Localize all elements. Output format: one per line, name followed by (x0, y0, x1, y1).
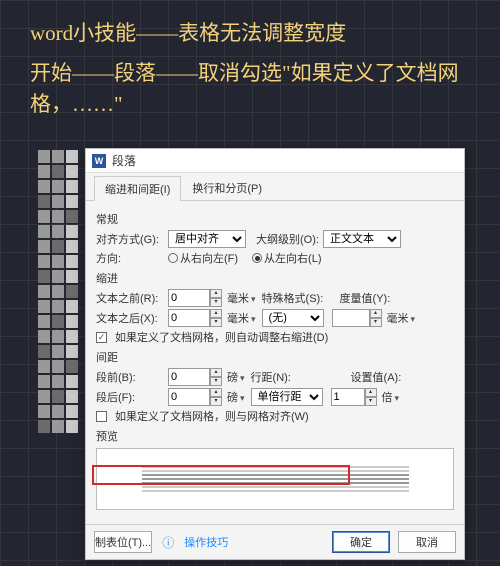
outline-select[interactable]: 正文文本 (323, 230, 401, 248)
unit-pt[interactable]: 磅 (227, 369, 245, 385)
at-input[interactable] (331, 388, 365, 406)
tips-link[interactable]: 操作技巧 (184, 534, 228, 550)
spacing-before-label: 段前(B): (96, 369, 164, 385)
indent-after-input[interactable] (168, 309, 210, 327)
by-label: 度量值(Y): (340, 290, 391, 306)
annotation-line2: 开始——段落——取消勾选"如果定义了文档网格，……" (30, 58, 470, 121)
preview-label: 预览 (96, 428, 454, 444)
indent-before-label: 文本之前(R): (96, 290, 164, 306)
spin-buttons[interactable]: ▴▾ (210, 289, 222, 307)
direction-label: 方向: (96, 250, 164, 266)
word-icon: W (92, 154, 106, 168)
tabs-button[interactable]: 制表位(T)... (94, 531, 152, 553)
indent-label: 缩进 (96, 270, 454, 286)
spacing-grid-checkbox[interactable] (96, 411, 107, 422)
spin-buttons[interactable]: ▴▾ (370, 309, 382, 327)
linespace-select[interactable]: 单倍行距 (251, 388, 323, 406)
indent-before-input[interactable] (168, 289, 210, 307)
by-input[interactable] (332, 309, 370, 327)
tabs: 缩进和间距(I) 换行和分页(P) (86, 173, 464, 201)
spin-buttons[interactable]: ▴▾ (210, 368, 222, 386)
direction-ltr-radio[interactable]: 从左向右(L) (252, 250, 321, 266)
align-select[interactable]: 居中对齐 (168, 230, 246, 248)
spin-buttons[interactable]: ▴▾ (210, 309, 222, 327)
annotation-text: word小技能——表格无法调整宽度 开始——段落——取消勾选"如果定义了文档网格… (0, 0, 500, 139)
unit-bei[interactable]: 倍 (382, 389, 400, 405)
linespace-label: 行距(N): (251, 369, 313, 385)
general-label: 常规 (96, 211, 454, 227)
button-bar: 制表位(T)... ⓘ 操作技巧 确定 取消 (86, 524, 464, 559)
spacing-after-label: 段后(F): (96, 389, 164, 405)
info-icon: ⓘ (162, 534, 174, 551)
align-label: 对齐方式(G): (96, 231, 164, 247)
pixelated-background (38, 150, 78, 550)
preview-box (96, 448, 454, 510)
unit-mm-by[interactable]: 毫米 (387, 310, 416, 326)
special-select[interactable]: (无) (262, 309, 324, 327)
spacing-grid-label: 如果定义了文档网格，则与网格对齐(W) (115, 408, 309, 424)
spacing-label: 间距 (96, 349, 454, 365)
paragraph-dialog: W 段落 缩进和间距(I) 换行和分页(P) 常规 对齐方式(G): 居中对齐 … (85, 148, 465, 560)
dialog-title: 段落 (112, 152, 136, 169)
spin-buttons[interactable]: ▴▾ (210, 388, 222, 406)
indent-grid-checkbox[interactable] (96, 332, 107, 343)
spin-buttons[interactable]: ▴▾ (365, 388, 377, 406)
spacing-after-input[interactable] (168, 388, 210, 406)
ok-button[interactable]: 确定 (332, 531, 390, 553)
cancel-button[interactable]: 取消 (398, 531, 456, 553)
special-label: 特殊格式(S): (262, 290, 324, 306)
unit-mm[interactable]: 毫米 (227, 310, 256, 326)
unit-pt[interactable]: 磅 (227, 389, 245, 405)
direction-rtl-radio[interactable]: 从右向左(F) (168, 250, 238, 266)
titlebar: W 段落 (86, 149, 464, 173)
indent-grid-label: 如果定义了文档网格，则自动调整右缩进(D) (115, 329, 328, 345)
unit-mm[interactable]: 毫米 (227, 290, 256, 306)
spacing-before-input[interactable] (168, 368, 210, 386)
indent-after-label: 文本之后(X): (96, 310, 164, 326)
dialog-body: 常规 对齐方式(G): 居中对齐 大纲级别(O): 正文文本 方向: 从右向左(… (86, 201, 464, 524)
at-label: 设置值(A): (351, 369, 402, 385)
annotation-line1: word小技能——表格无法调整宽度 (30, 18, 470, 50)
outline-label: 大纲级别(O): (256, 231, 319, 247)
tab-indent[interactable]: 缩进和间距(I) (94, 176, 181, 201)
tab-pagebreak[interactable]: 换行和分页(P) (181, 175, 273, 200)
